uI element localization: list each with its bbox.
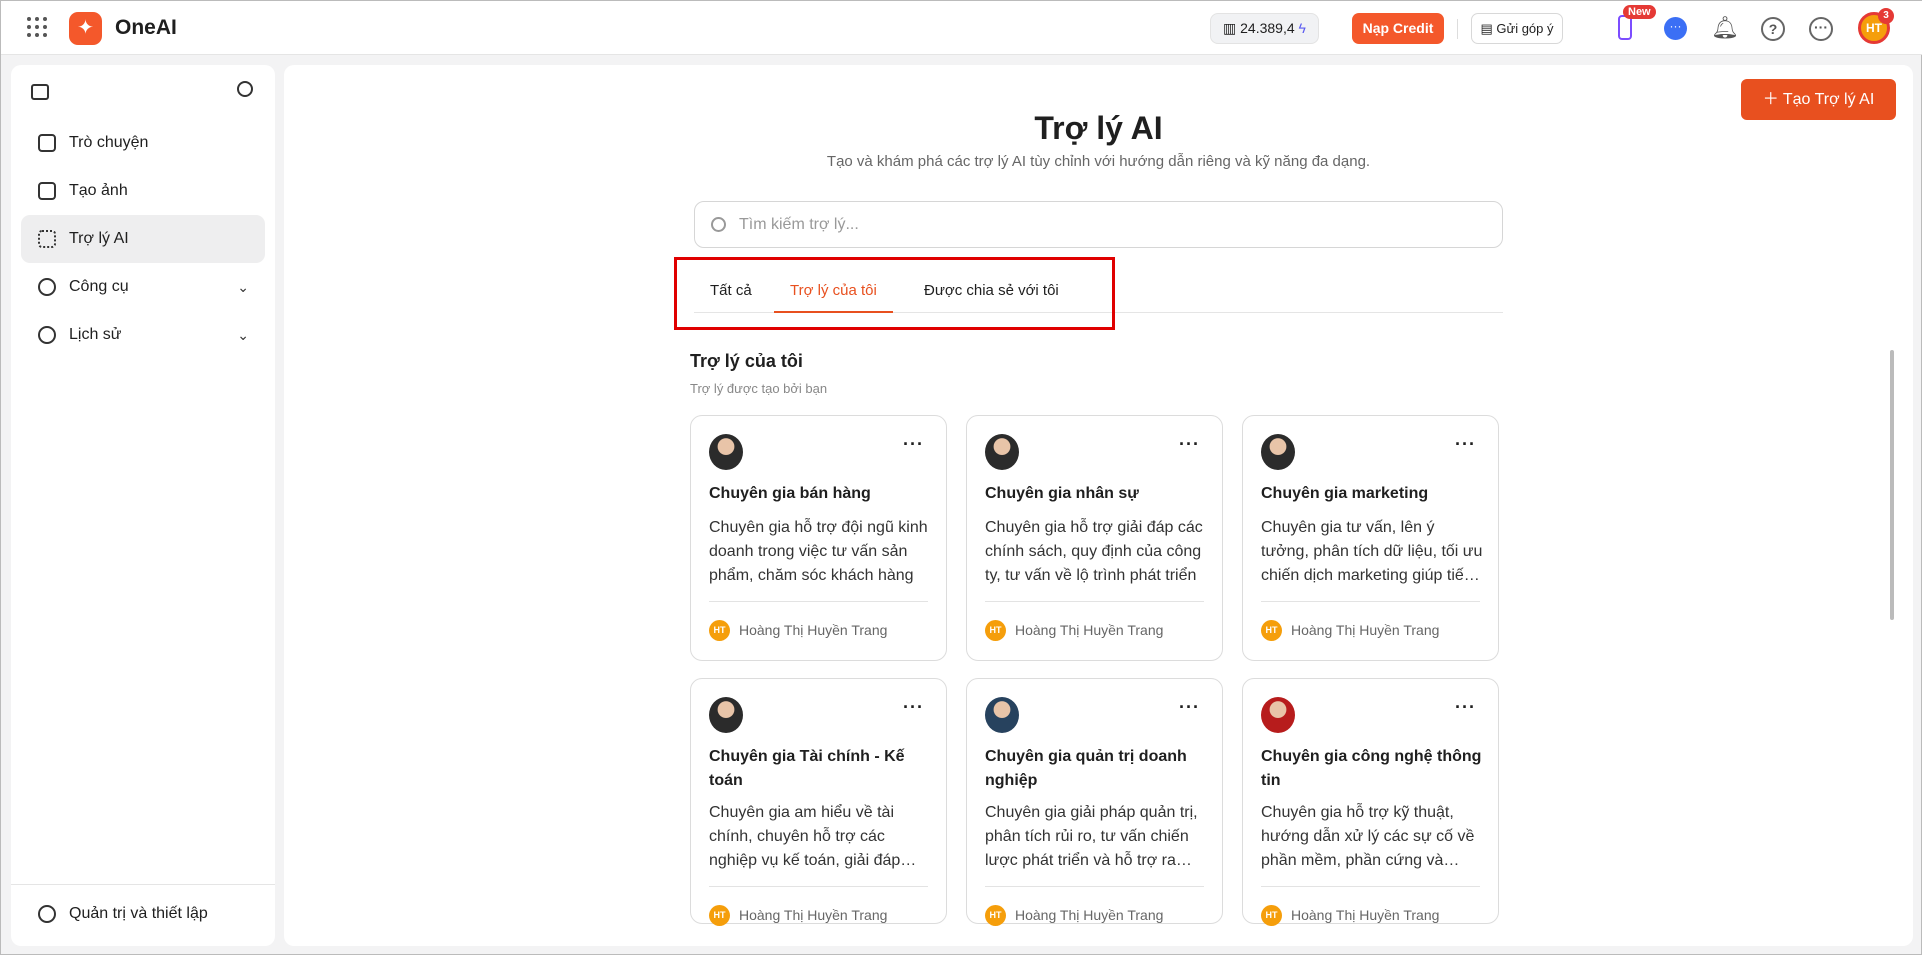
card-title: Chuyên gia quản trị doanh nghiệp [985,748,1187,789]
search-input[interactable]: Tìm kiếm trợ lý... [694,201,1503,248]
sidebar-item-chat[interactable]: Trò chuyện [21,119,265,167]
divider [985,886,1204,887]
more-icon[interactable]: ··· [1809,17,1833,41]
sidebar-item-ai-assistant[interactable]: Trợ lý AI [21,215,265,263]
sidebar: Trò chuyện Tạo ảnh Trợ lý AI Công cụ ⌄ Lị… [11,65,275,946]
assistant-avatar [985,434,1019,470]
assistant-avatar [709,434,743,470]
card-author: HT Hoàng Thị Huyền Trang [709,619,887,641]
card-title: Chuyên gia công nghệ thông tin [1261,748,1482,789]
more-options-icon[interactable]: ··· [903,697,924,718]
grid-icon [38,230,56,248]
apps-grid-icon[interactable] [27,17,47,37]
divider [1261,886,1480,887]
search-icon[interactable] [237,81,253,97]
settings-button[interactable]: Quản trị và thiết lập [21,890,265,938]
chevron-down-icon: ⌄ [237,279,249,295]
bell-icon[interactable]: 🔔︎ [1711,15,1739,41]
compass-icon [38,278,56,296]
card-author: HT Hoàng Thị Huyền Trang [1261,619,1439,641]
assistant-avatar [985,697,1019,733]
help-icon[interactable]: ? [1761,17,1785,41]
assistant-card[interactable]: ··· Chuyên gia công nghệ thông tin Chuyê… [1242,678,1499,926]
oneai-logo-icon: ✦ [69,12,102,45]
chat-bubble-icon[interactable]: ··· [1664,17,1687,40]
assistant-avatar [1261,434,1295,470]
more-options-icon[interactable]: ··· [1179,697,1200,718]
card-description: Chuyên gia giải pháp quản trị, phân tích… [985,804,1198,869]
notification-count-badge: 3 [1878,8,1894,24]
author-avatar: HT [985,905,1006,926]
gear-icon [38,905,56,923]
highlight-box [674,257,1115,330]
card-author: HT Hoàng Thị Huyền Trang [709,904,887,926]
more-options-icon[interactable]: ··· [903,434,924,455]
page-title: Trợ lý AI [1034,110,1163,146]
author-avatar: HT [709,905,730,926]
building-icon: ▥ [1223,20,1241,36]
sidebar-item-tools[interactable]: Công cụ ⌄ [21,263,265,311]
lightning-icon: ϟ [1294,20,1306,36]
search-icon [711,217,726,232]
feedback-icon: ▤ [1480,21,1497,36]
chevron-down-icon: ⌄ [237,327,249,343]
main-content: ＋ Tạo Trợ lý AI Trợ lý AI Tạo và khám ph… [284,65,1913,946]
more-options-icon[interactable]: ··· [1455,697,1476,718]
image-icon [38,182,56,200]
divider [709,601,928,602]
card-author: HT Hoàng Thị Huyền Trang [985,904,1163,926]
plus-icon: ＋ [1762,91,1783,108]
author-avatar: HT [709,620,730,641]
assistant-avatar [1261,697,1295,733]
divider [1261,601,1480,602]
more-options-icon[interactable]: ··· [1455,434,1476,455]
assistant-card[interactable]: ··· Chuyên gia nhân sự Chuyên gia hỗ trợ… [966,415,1223,661]
new-badge: New [1623,5,1656,19]
sidebar-item-create-image[interactable]: Tạo ảnh [21,167,265,215]
more-options-icon[interactable]: ··· [1179,434,1200,455]
card-description: Chuyên gia tư vấn, lên ý tưởng, phân tíc… [1261,519,1483,584]
page-subtitle: Tạo và khám phá các trợ lý AI tùy chỉnh … [826,153,1371,170]
scrollbar[interactable] [1890,350,1894,620]
toggle-sidebar-icon[interactable] [31,84,49,100]
section-title: Trợ lý của tôi [690,351,803,371]
card-description: Chuyên gia hỗ trợ kỹ thuật, hướng dẫn xử… [1261,804,1475,869]
history-icon [38,326,56,344]
credit-balance[interactable]: ▥ 24.389,4 ϟ [1210,13,1319,44]
top-bar: ✦ OneAI ▥ 24.389,4 ϟ Nạp Credit ▤ Gửi gó… [1,1,1922,55]
section-subtitle: Trợ lý được tạo bởi bạn [690,381,828,396]
assistant-card[interactable]: ··· Chuyên gia quản trị doanh nghiệp Chu… [966,678,1223,926]
card-description: Chuyên gia hỗ trợ đội ngũ kinh doanh tro… [709,519,928,584]
assistant-avatar [709,697,743,733]
card-title: Chuyên gia marketing [1261,485,1429,502]
card-author: HT Hoàng Thị Huyền Trang [985,619,1163,641]
assistant-card[interactable]: ··· Chuyên gia marketing Chuyên gia tư v… [1242,415,1499,661]
edit-icon [38,134,56,152]
divider [11,884,275,885]
author-avatar: HT [1261,620,1282,641]
card-title: Chuyên gia bán hàng [709,485,871,502]
assistant-card[interactable]: ··· Chuyên gia Tài chính - Kế toán Chuyê… [690,678,947,926]
author-avatar: HT [1261,905,1282,926]
card-author: HT Hoàng Thị Huyền Trang [1261,904,1439,926]
topup-credit-button[interactable]: Nạp Credit [1352,13,1444,44]
sidebar-item-history[interactable]: Lịch sử ⌄ [21,311,265,359]
author-avatar: HT [985,620,1006,641]
card-description: Chuyên gia am hiểu về tài chính, chuyên … [709,804,901,869]
feedback-button[interactable]: ▤ Gửi góp ý [1471,13,1563,44]
card-title: Chuyên gia nhân sự [985,485,1139,502]
divider [985,601,1204,602]
divider [709,886,928,887]
brand-name: OneAI [115,16,177,39]
card-title: Chuyên gia Tài chính - Kế toán [709,748,905,789]
card-description: Chuyên gia hỗ trợ giải đáp các chính sác… [985,519,1203,584]
divider [1457,19,1458,39]
assistant-card[interactable]: ··· Chuyên gia bán hàng Chuyên gia hỗ tr… [690,415,947,661]
